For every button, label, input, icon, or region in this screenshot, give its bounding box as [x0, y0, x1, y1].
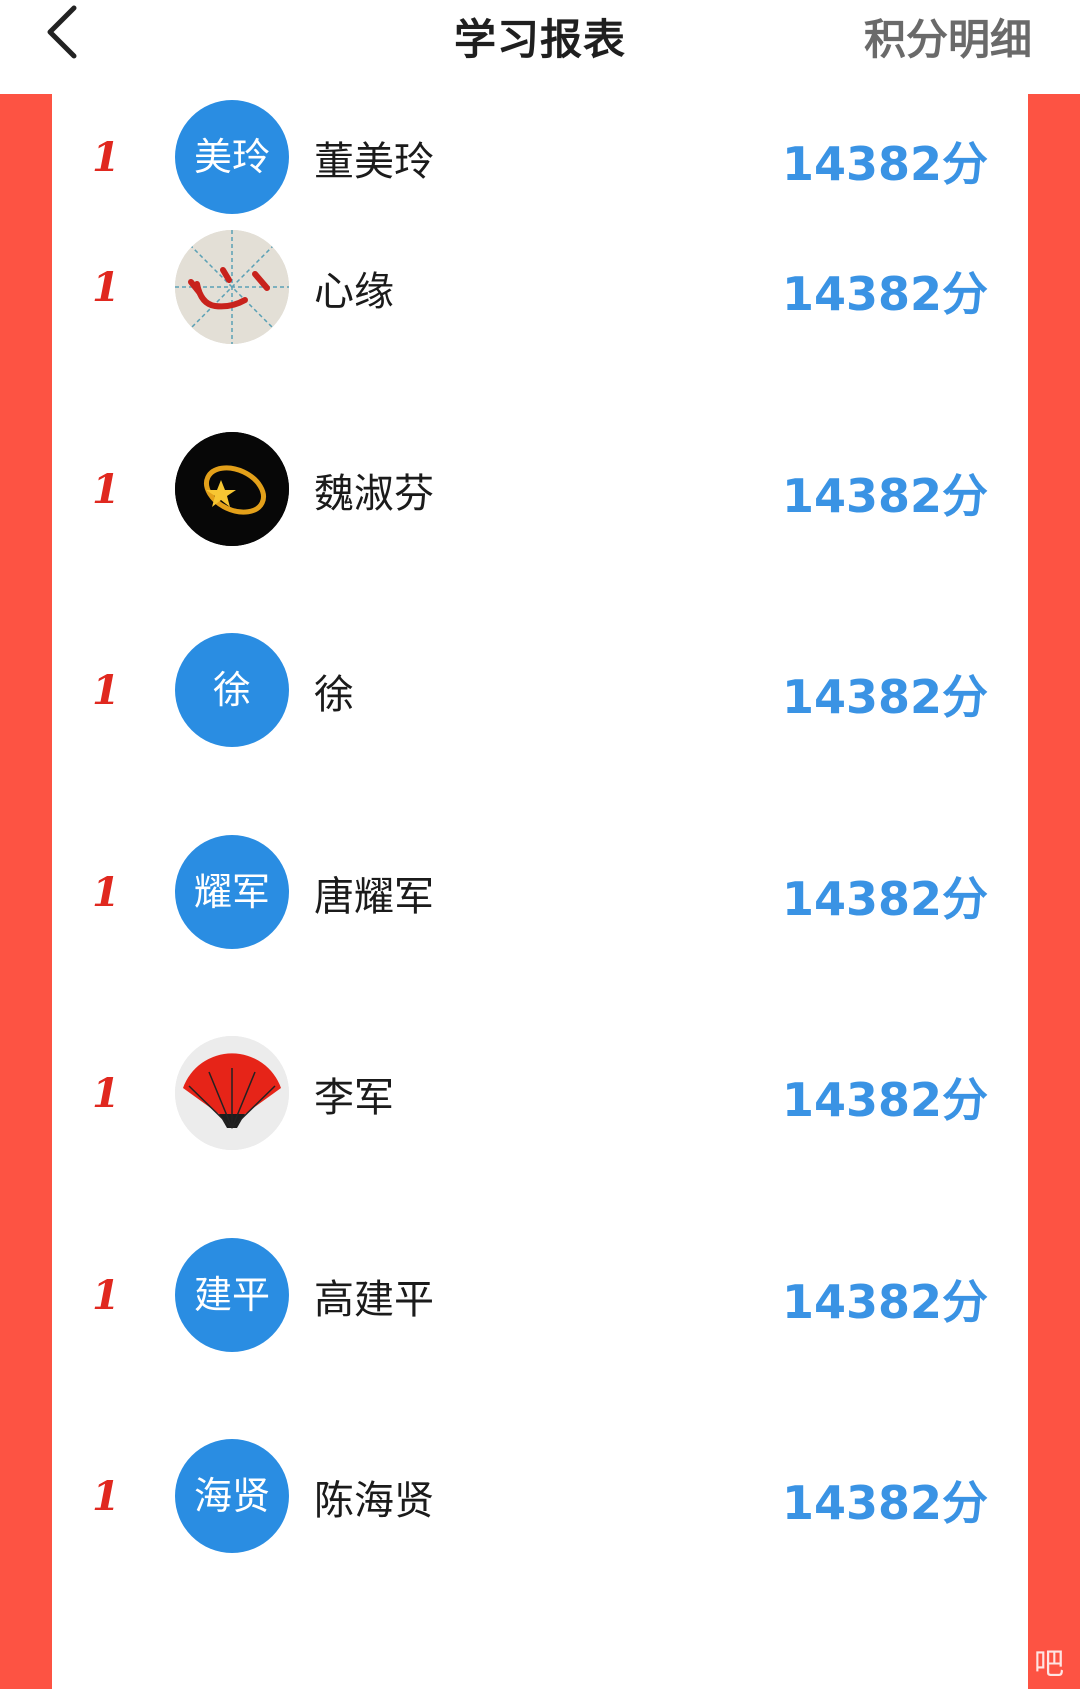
user-name: 李军 [314, 1075, 394, 1121]
list-item[interactable]: 1 建平 高建平 14382分 [52, 1232, 1028, 1434]
avatar: 建平 [175, 1237, 289, 1352]
rank-number: 1 [92, 868, 120, 916]
rank-number: 1 [92, 264, 120, 311]
list-item[interactable]: 1 魏淑芬 14382分 [52, 426, 1028, 628]
list-item[interactable]: 1 李军 14382分 [52, 1030, 1028, 1232]
user-name: 魏淑芬 [314, 470, 434, 517]
red-fan-avatar-image [175, 1036, 289, 1150]
user-name: 唐耀军 [314, 873, 434, 920]
avatar: 耀军 [175, 834, 289, 949]
top-bar: 学习报表 积分明细 [0, 0, 1080, 94]
rank-number: 1 [92, 134, 120, 181]
user-name: 董美玲 [314, 139, 434, 185]
rank-number: 1 [92, 1070, 120, 1117]
user-score: 14382分 [781, 1274, 988, 1329]
user-score: 14382分 [781, 670, 988, 724]
red-frame-left [0, 94, 52, 1689]
user-score: 14382分 [781, 267, 988, 321]
list-item[interactable]: 1 海贤 陈海贤 14382分 [52, 1433, 1028, 1635]
list-item[interactable]: 1 美玲 董美玲 14382分 [52, 94, 1028, 224]
avatar [175, 1036, 289, 1150]
avatar: 徐 [175, 633, 289, 747]
user-name: 心缘 [314, 269, 394, 315]
rank-number: 1 [92, 1271, 120, 1319]
rank-number: 1 [92, 667, 120, 714]
rank-number: 1 [92, 1473, 120, 1520]
user-name: 陈海贤 [314, 1478, 434, 1524]
user-score: 14382分 [781, 1073, 988, 1127]
list-item[interactable]: 1 心缘 14382分 [52, 224, 1028, 426]
shooting-star-avatar-image [175, 431, 289, 546]
user-score: 14382分 [781, 137, 988, 191]
rank-number: 1 [92, 465, 120, 513]
user-score: 14382分 [781, 468, 988, 523]
user-score: 14382分 [781, 1476, 988, 1530]
avatar: 海贤 [175, 1439, 289, 1553]
calligraphy-avatar-image [175, 230, 289, 344]
list-item[interactable]: 1 徐 徐 14382分 [52, 627, 1028, 829]
points-detail-link[interactable]: 积分明细 [864, 6, 1032, 67]
leaderboard-list: 1 美玲 董美玲 14382分 1 心缘 14382分 1 魏淑芬 14382分… [52, 94, 1028, 1635]
list-item[interactable]: 1 耀军 唐耀军 14382分 [52, 829, 1028, 1031]
user-name: 徐 [314, 672, 354, 718]
user-score: 14382分 [781, 871, 988, 926]
watermark: 吧 [1034, 1647, 1064, 1682]
user-name: 高建平 [314, 1276, 434, 1323]
avatar [175, 431, 289, 546]
avatar: 美玲 [175, 100, 289, 214]
avatar [175, 230, 289, 344]
red-frame-right [1028, 94, 1080, 1689]
